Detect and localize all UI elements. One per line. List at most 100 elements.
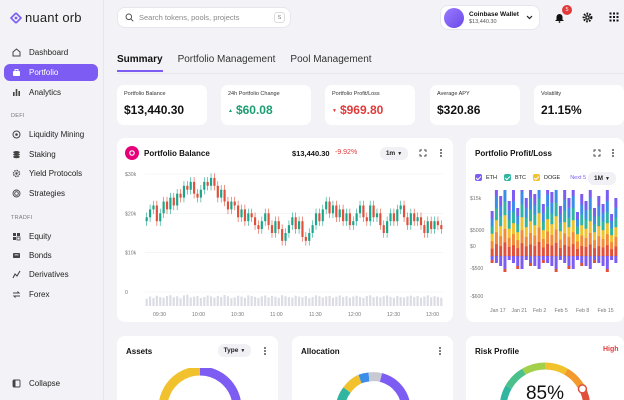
stacked-bar-segment — [516, 208, 520, 217]
sidebar-item-analytics[interactable]: Analytics — [4, 84, 98, 101]
volume-bar — [308, 298, 311, 306]
expand-icon[interactable] — [593, 149, 601, 157]
sidebar-item-label: Analytics — [29, 88, 62, 97]
tab-portfolio-management[interactable]: Portfolio Management — [178, 54, 276, 72]
volume-bar — [260, 296, 263, 306]
search-bar[interactable]: Search tokens, pools, projects S — [117, 7, 291, 28]
stat-card-average-apy: Average APY $320.86 — [430, 85, 520, 125]
stacked-bar-segment — [537, 241, 541, 257]
wallet-selector[interactable]: Coinbase Wallet $13,440.30 — [440, 5, 540, 30]
stacked-bar-segment — [605, 190, 609, 202]
volume-bar — [318, 296, 321, 306]
notification-badge: 5 — [562, 5, 572, 15]
more-options-icon[interactable] — [263, 346, 266, 356]
stacked-bar-segment — [558, 206, 562, 215]
x-tick-label: Feb 5 — [555, 308, 568, 314]
sidebar-item-dashboard[interactable]: Dashboard — [4, 44, 98, 61]
volume-bar — [186, 294, 189, 306]
stacked-bar-segment — [588, 221, 592, 233]
volume-bar — [152, 297, 155, 306]
stacked-bar-segment — [558, 247, 562, 257]
stacked-bar-segment — [575, 234, 579, 242]
negative-bar-segment — [546, 256, 550, 263]
collapse-button[interactable]: Collapse — [4, 375, 98, 392]
volume-bar — [392, 297, 395, 306]
stacked-bar-segment — [494, 196, 498, 209]
candle-body — [270, 225, 274, 233]
candle-body — [148, 209, 152, 218]
tab-summary[interactable]: Summary — [117, 54, 163, 72]
volume-bar — [247, 295, 250, 306]
volume-bar — [270, 295, 274, 306]
expand-icon[interactable] — [419, 149, 427, 157]
app-logo[interactable]: nuant orb — [9, 10, 82, 25]
stacked-bar-segment — [520, 243, 524, 257]
stacked-bar-segment — [563, 210, 567, 223]
volume-bar — [311, 296, 314, 306]
card-title: Portfolio Balance — [144, 149, 210, 158]
checkbox-eth[interactable] — [475, 174, 482, 181]
sidebar-item-portfolio[interactable]: Portfolio — [4, 64, 98, 81]
stacked-bar-segment — [507, 228, 511, 238]
candle-body — [209, 177, 213, 186]
candle-body — [216, 185, 219, 198]
volume-bar — [358, 296, 362, 306]
volume-bar — [440, 297, 443, 306]
sidebar-item-label: Forex — [29, 290, 50, 299]
sidebar-item-staking[interactable]: Staking — [4, 146, 98, 163]
type-filter[interactable]: Type ▼ — [218, 344, 251, 357]
sidebar-item-liquidity-mining[interactable]: Liquidity Mining — [4, 126, 98, 143]
sidebar-item-strategies[interactable]: Strategies — [4, 185, 98, 202]
wallet-name: Coinbase Wallet — [469, 10, 519, 18]
coins-icon — [12, 130, 21, 139]
stacked-bar-segment — [580, 245, 584, 257]
more-options-icon[interactable] — [439, 148, 442, 158]
stacked-bar-segment — [563, 190, 567, 200]
range-selector[interactable]: 1M ▼ — [588, 172, 616, 185]
candle-body — [284, 233, 287, 241]
sidebar-item-equity[interactable]: Equity — [4, 228, 98, 245]
candle-body — [409, 213, 412, 226]
stacked-bar-segment — [490, 226, 494, 234]
tab-pool-management[interactable]: Pool Management — [290, 54, 371, 72]
checkbox-doge[interactable] — [533, 174, 540, 181]
volume-bar — [203, 296, 206, 306]
y-tick-label: $20k — [125, 211, 137, 217]
sidebar-item-yield-protocols[interactable]: Yield Protocols — [4, 165, 98, 182]
candlestick-chart: $30k $20k $10k 0 09:30 10:00 10:30 11:00 11:30 12… — [125, 172, 443, 318]
stacked-bar-segment — [537, 213, 541, 228]
stacked-bar-segment — [588, 244, 592, 257]
settings-button[interactable] — [580, 10, 594, 24]
stacked-bar-segment — [537, 190, 541, 199]
volume-bar — [169, 295, 172, 306]
more-options-icon[interactable] — [438, 346, 441, 356]
checkbox-btc[interactable] — [504, 174, 511, 181]
candle-body — [274, 221, 277, 233]
range-selector[interactable]: 1m ▼ — [380, 147, 408, 160]
volume-bar — [436, 296, 440, 306]
next-link[interactable]: Next 5 — [570, 175, 586, 181]
stacked-bar-segment — [605, 212, 609, 224]
sidebar-item-forex[interactable]: Forex — [4, 286, 98, 303]
y-tick-label: $0 — [470, 244, 476, 250]
stacked-bar-segment — [588, 209, 592, 222]
candle-body — [392, 213, 395, 222]
volume-bar — [352, 296, 355, 306]
candle-body — [342, 209, 345, 222]
candle-body — [294, 217, 297, 230]
home-icon — [12, 48, 21, 57]
sidebar-item-bonds[interactable]: Bonds — [4, 247, 98, 264]
page-tabs: Summary Portfolio Management Pool Manage… — [117, 54, 372, 72]
negative-bar-segment — [554, 269, 558, 272]
apps-grid-button[interactable] — [607, 10, 621, 24]
volume-bar — [402, 297, 406, 306]
candle-body — [389, 213, 392, 222]
arrow-up-icon: ▲ — [228, 107, 233, 114]
sidebar-item-label: Liquidity Mining — [29, 130, 85, 139]
stacked-bar-segment — [588, 190, 592, 198]
negative-bar-segment — [605, 269, 609, 272]
sidebar-item-derivatives[interactable]: Derivatives — [4, 266, 98, 283]
more-options-icon[interactable] — [611, 148, 614, 158]
stacked-bar-segment — [567, 236, 571, 247]
stacked-bar-segment — [614, 198, 618, 208]
